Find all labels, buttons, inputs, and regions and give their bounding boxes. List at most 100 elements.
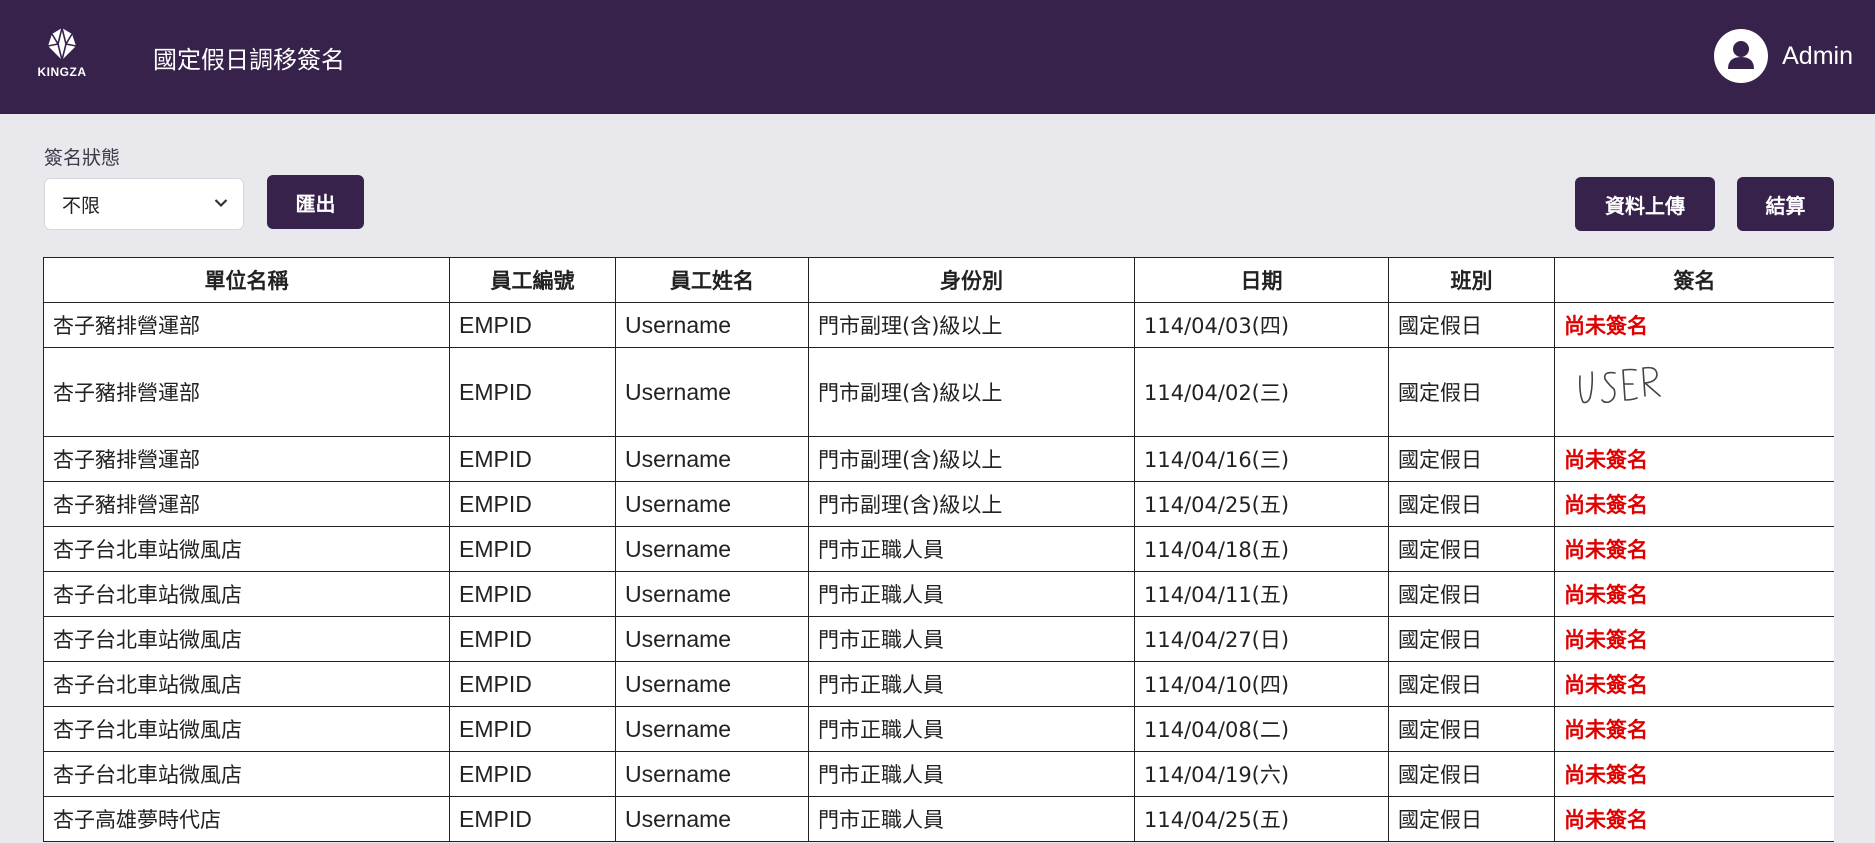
table-row[interactable]: 杏子高雄夢時代店 EMPID Username 門市正職人員 114/04/25…	[43, 796, 1834, 842]
emp-name-cell: Username	[615, 436, 809, 482]
role-cell: 門市正職人員	[808, 751, 1135, 797]
sign-status-cell[interactable]: 尚未簽名	[1554, 751, 1834, 797]
sign-status-cell[interactable]: 尚未簽名	[1554, 302, 1834, 348]
logo-text: KINGZA	[37, 65, 87, 79]
emp-name-cell: Username	[615, 302, 809, 348]
emp-id-cell: EMPID	[449, 526, 616, 572]
emp-id-cell: EMPID	[449, 302, 616, 348]
export-button[interactable]: 匯出	[267, 175, 364, 229]
role-cell: 門市副理(含)級以上	[808, 436, 1135, 482]
date-cell: 114/04/16(三)	[1134, 436, 1389, 482]
date-cell: 114/04/03(四)	[1134, 302, 1389, 348]
settle-button[interactable]: 結算	[1737, 177, 1834, 231]
date-cell: 114/04/18(五)	[1134, 526, 1389, 572]
shift-cell: 國定假日	[1388, 616, 1555, 662]
shift-cell: 國定假日	[1388, 751, 1555, 797]
sign-status-select[interactable]: 不限	[44, 178, 244, 230]
sign-status-value: 不限	[62, 194, 101, 217]
unit-cell: 杏子台北車站微風店	[43, 661, 450, 707]
column-header[interactable]: 身份別	[808, 257, 1135, 303]
table-row[interactable]: 杏子台北車站微風店 EMPID Username 門市正職人員 114/04/1…	[43, 661, 1834, 707]
role-cell: 門市正職人員	[808, 661, 1135, 707]
shift-cell: 國定假日	[1388, 571, 1555, 617]
role-cell: 門市副理(含)級以上	[808, 302, 1135, 348]
user-name: Admin	[1782, 41, 1853, 70]
role-cell: 門市正職人員	[808, 796, 1135, 842]
role-cell: 門市正職人員	[808, 706, 1135, 752]
column-header[interactable]: 日期	[1134, 257, 1389, 303]
table-row[interactable]: 杏子豬排營運部 EMPID Username 門市副理(含)級以上 114/04…	[43, 436, 1834, 482]
sign-status-cell[interactable]: 尚未簽名	[1554, 436, 1834, 482]
emp-name-cell: Username	[615, 661, 809, 707]
sign-status-cell[interactable]: 尚未簽名	[1554, 661, 1834, 707]
unit-cell: 杏子台北車站微風店	[43, 526, 450, 572]
unit-cell: 杏子台北車站微風店	[43, 616, 450, 662]
avatar[interactable]	[1714, 29, 1769, 83]
shift-cell: 國定假日	[1388, 796, 1555, 842]
emp-id-cell: EMPID	[449, 571, 616, 617]
emp-id-cell: EMPID	[449, 347, 616, 437]
unit-cell: 杏子豬排營運部	[43, 436, 450, 482]
page-title: 國定假日調移簽名	[153, 46, 345, 74]
role-cell: 門市正職人員	[808, 571, 1135, 617]
table-row[interactable]: 杏子台北車站微風店 EMPID Username 門市正職人員 114/04/1…	[43, 571, 1834, 617]
unit-cell: 杏子台北車站微風店	[43, 751, 450, 797]
column-header[interactable]: 員工姓名	[615, 257, 809, 303]
table-row[interactable]: 杏子豬排營運部 EMPID Username 門市副理(含)級以上 114/04…	[43, 481, 1834, 527]
table-row[interactable]: 杏子台北車站微風店 EMPID Username 門市正職人員 114/04/1…	[43, 526, 1834, 572]
sign-status-label: 簽名狀態	[44, 147, 121, 169]
column-header[interactable]: 班別	[1388, 257, 1555, 303]
signature-table: 單位名稱 員工編號 員工姓名 身份別 日期 班別 簽名 杏子豬排營運部 EMPI…	[43, 257, 1834, 842]
table-row[interactable]: 杏子台北車站微風店 EMPID Username 門市正職人員 114/04/2…	[43, 616, 1834, 662]
unit-cell: 杏子豬排營運部	[43, 302, 450, 348]
unit-cell: 杏子高雄夢時代店	[43, 796, 450, 842]
unit-cell: 杏子豬排營運部	[43, 481, 450, 527]
emp-id-cell: EMPID	[449, 796, 616, 842]
role-cell: 門市正職人員	[808, 616, 1135, 662]
role-cell: 門市副理(含)級以上	[808, 481, 1135, 527]
shift-cell: 國定假日	[1388, 526, 1555, 572]
sign-status-cell[interactable]: 尚未簽名	[1554, 481, 1834, 527]
role-cell: 門市正職人員	[808, 526, 1135, 572]
shift-cell: 國定假日	[1388, 302, 1555, 348]
emp-name-cell: Username	[615, 796, 809, 842]
sign-status-cell[interactable]: 尚未簽名	[1554, 616, 1834, 662]
emp-id-cell: EMPID	[449, 436, 616, 482]
signature-table-container[interactable]: 單位名稱 員工編號 員工姓名 身份別 日期 班別 簽名 杏子豬排營運部 EMPI…	[43, 257, 1834, 843]
table-row[interactable]: 杏子豬排營運部 EMPID Username 門市副理(含)級以上 114/04…	[43, 302, 1834, 348]
sign-status-cell[interactable]: 尚未簽名	[1554, 706, 1834, 752]
signature-cell[interactable]	[1554, 347, 1834, 437]
emp-id-cell: EMPID	[449, 706, 616, 752]
brand-logo[interactable]: KINGZA	[34, 26, 90, 86]
date-cell: 114/04/27(日)	[1134, 616, 1389, 662]
upload-button[interactable]: 資料上傳	[1575, 177, 1715, 231]
table-row[interactable]: 杏子豬排營運部 EMPID Username 門市副理(含)級以上 114/04…	[43, 347, 1834, 437]
column-header[interactable]: 簽名	[1554, 257, 1834, 303]
emp-name-cell: Username	[615, 571, 809, 617]
sign-status-cell[interactable]: 尚未簽名	[1554, 571, 1834, 617]
column-header[interactable]: 員工編號	[449, 257, 616, 303]
unit-cell: 杏子豬排營運部	[43, 347, 450, 437]
handwritten-signature	[1579, 366, 1661, 404]
date-cell: 114/04/25(五)	[1134, 796, 1389, 842]
column-header[interactable]: 單位名稱	[43, 257, 450, 303]
table-row[interactable]: 杏子台北車站微風店 EMPID Username 門市正職人員 114/04/1…	[43, 751, 1834, 797]
user-menu[interactable]: Admin	[1714, 28, 1853, 84]
date-cell: 114/04/25(五)	[1134, 481, 1389, 527]
shift-cell: 國定假日	[1388, 481, 1555, 527]
emp-id-cell: EMPID	[449, 751, 616, 797]
sign-status-cell[interactable]: 尚未簽名	[1554, 526, 1834, 572]
table-row[interactable]: 杏子台北車站微風店 EMPID Username 門市正職人員 114/04/0…	[43, 706, 1834, 752]
sign-status-cell[interactable]: 尚未簽名	[1554, 796, 1834, 842]
emp-name-cell: Username	[615, 706, 809, 752]
emp-id-cell: EMPID	[449, 616, 616, 662]
shift-cell: 國定假日	[1388, 436, 1555, 482]
top-bar: KINGZA 國定假日調移簽名 Admin	[0, 0, 1875, 114]
date-cell: 114/04/11(五)	[1134, 571, 1389, 617]
emp-name-cell: Username	[615, 526, 809, 572]
shift-cell: 國定假日	[1388, 706, 1555, 752]
emp-name-cell: Username	[615, 347, 809, 437]
date-cell: 114/04/10(四)	[1134, 661, 1389, 707]
unit-cell: 杏子台北車站微風店	[43, 571, 450, 617]
role-cell: 門市副理(含)級以上	[808, 347, 1135, 437]
